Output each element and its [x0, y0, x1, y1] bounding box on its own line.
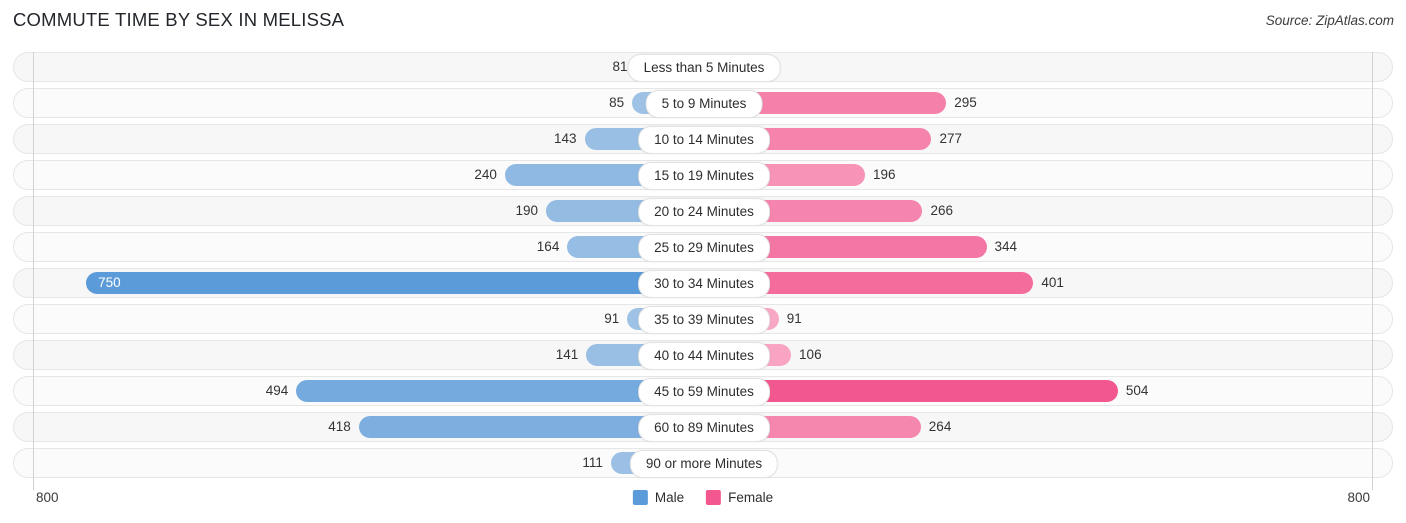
page-title: COMMUTE TIME BY SEX IN MELISSA [13, 9, 345, 30]
category-label: 20 to 24 Minutes [638, 198, 770, 226]
male-value-label: 91 [604, 311, 620, 326]
chart-row: 750 401 30 to 34 Minutes [13, 268, 1393, 298]
chart-row: 190 266 20 to 24 Minutes [13, 196, 1393, 226]
male-value-label: 494 [265, 383, 289, 398]
category-label: 30 to 34 Minutes [638, 270, 770, 298]
female-value-label: 277 [939, 131, 963, 146]
legend-item[interactable]: Female [706, 490, 773, 505]
category-label: 90 or more Minutes [629, 450, 779, 478]
male-value-label: 141 [555, 347, 579, 362]
chart-row: 143 277 10 to 14 Minutes [13, 124, 1393, 154]
chart-row: 418 264 60 to 89 Minutes [13, 412, 1393, 442]
chart-plot-area: 8126Less than 5 Minutes 85 295 5 to 9 Minut… [0, 52, 1406, 490]
category-label: 10 to 14 Minutes [638, 126, 770, 154]
male-value-label: 164 [536, 239, 560, 254]
legend-item[interactable]: Male [632, 490, 685, 505]
female-value-label: 344 [994, 239, 1018, 254]
female-value-label: 106 [799, 347, 822, 362]
axis-label-left: 800 [36, 490, 59, 505]
chart-page: COMMUTE TIME BY SEX IN MELISSA Source: Z… [0, 0, 1406, 523]
chart-row: 91 91 35 to 39 Minutes [13, 304, 1393, 334]
chart-row: 8126Less than 5 Minutes [13, 52, 1393, 82]
chart-row: 240 196 15 to 19 Minutes [13, 160, 1393, 190]
male-bar [86, 272, 702, 294]
source-attribution: Source: ZipAtlas.com [1265, 13, 1394, 28]
male-value-label: 143 [554, 131, 577, 146]
category-label: 40 to 44 Minutes [638, 342, 770, 370]
legend-label: Male [654, 490, 685, 505]
legend-swatch-icon [706, 490, 722, 505]
chart-row: 141 106 40 to 44 Minutes [13, 340, 1393, 370]
axis-line-right [1372, 52, 1373, 490]
axis-line-left [33, 52, 34, 490]
category-label: 60 to 89 Minutes [638, 414, 770, 442]
chart-row: 494 504 45 to 59 Minutes [13, 376, 1393, 406]
male-value-label: 240 [474, 167, 497, 182]
female-value-label: 196 [872, 167, 896, 182]
female-value-label: 401 [1041, 275, 1064, 290]
female-value-label: 295 [954, 95, 977, 110]
male-value-label: 85 [609, 95, 625, 110]
chart-row: 164 344 25 to 29 Minutes [13, 232, 1393, 262]
chart-footer: 800 800 Male Female [0, 486, 1406, 523]
legend-swatch-icon [632, 490, 648, 505]
axis-label-right: 800 [1347, 490, 1370, 505]
legend-label: Female [728, 490, 774, 505]
female-value-label: 266 [930, 203, 953, 218]
category-label: 25 to 29 Minutes [638, 234, 770, 262]
category-label: 35 to 39 Minutes [638, 306, 770, 334]
female-value-label: 504 [1125, 383, 1149, 398]
category-label: Less than 5 Minutes [627, 54, 781, 82]
male-value-label: 750 [98, 275, 121, 290]
male-value-label: 418 [328, 419, 351, 434]
male-value-label: 111 [582, 455, 603, 470]
chart-legend: Male Female [632, 490, 773, 505]
male-value-label: 190 [515, 203, 538, 218]
chart-row: 85 295 5 to 9 Minutes [13, 88, 1393, 118]
category-label: 45 to 59 Minutes [638, 378, 770, 406]
chart-row: 1111090 or more Minutes [13, 448, 1393, 478]
category-label: 15 to 19 Minutes [638, 162, 770, 190]
female-value-label: 91 [786, 311, 802, 326]
category-label: 5 to 9 Minutes [645, 90, 763, 118]
female-value-label: 264 [928, 419, 952, 434]
